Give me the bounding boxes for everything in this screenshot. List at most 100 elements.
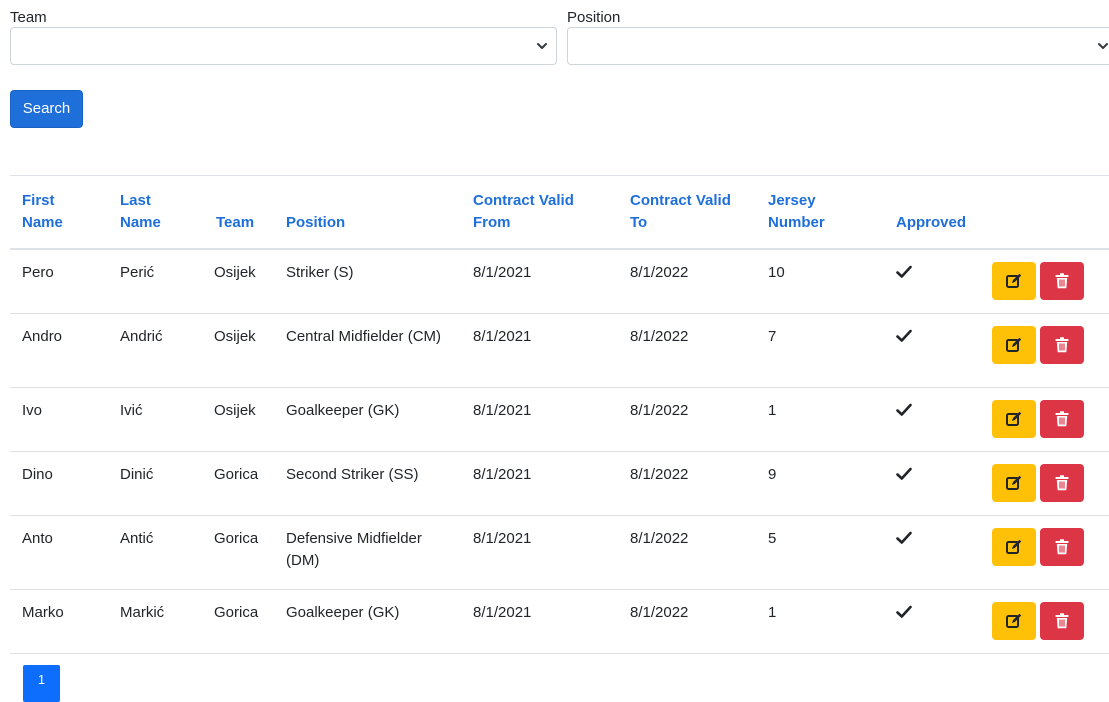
search-button[interactable]: Search xyxy=(10,90,83,128)
edit-button[interactable] xyxy=(992,399,1036,438)
cell-actions xyxy=(980,589,1109,654)
cell-jersey-number: 10 xyxy=(756,249,884,314)
cell-actions xyxy=(980,387,1109,452)
players-table: First Name Last Name Team Position Contr… xyxy=(10,175,1109,654)
cell-last-name: Antić xyxy=(108,515,204,590)
edit-icon xyxy=(1006,273,1022,288)
cell-actions xyxy=(980,515,1109,590)
cell-first-name: Marko xyxy=(10,589,108,654)
edit-icon xyxy=(1006,613,1022,628)
cell-actions xyxy=(980,313,1109,388)
cell-contract-from: 8/1/2021 xyxy=(461,451,618,516)
edit-icon xyxy=(1006,475,1022,490)
chevron-down-icon xyxy=(1098,43,1108,49)
filter-bar: Team Position xyxy=(0,0,1109,80)
header-contract-to[interactable]: Contract Valid To xyxy=(618,175,756,250)
cell-contract-to: 8/1/2022 xyxy=(618,313,756,388)
edit-icon xyxy=(1006,337,1022,352)
cell-contract-to: 8/1/2022 xyxy=(618,451,756,516)
edit-button[interactable] xyxy=(992,527,1036,566)
check-icon xyxy=(896,467,912,480)
trash-icon xyxy=(1055,336,1069,352)
header-position[interactable]: Position xyxy=(274,175,461,250)
edit-button[interactable] xyxy=(992,463,1036,502)
cell-team: Osijek xyxy=(204,313,274,388)
cell-position: Striker (S) xyxy=(274,249,461,314)
cell-position: Second Striker (SS) xyxy=(274,451,461,516)
team-filter: Team xyxy=(10,9,47,29)
edit-button[interactable] xyxy=(992,325,1036,364)
position-select[interactable] xyxy=(567,27,1109,65)
cell-contract-from: 8/1/2021 xyxy=(461,589,618,654)
table-row: Andro Andrić Osijek Central Midfielder (CM)… xyxy=(10,313,1109,388)
cell-jersey-number: 9 xyxy=(756,451,884,516)
header-contract-from[interactable]: Contract Valid From xyxy=(461,175,618,250)
cell-approved xyxy=(884,387,980,452)
cell-approved xyxy=(884,589,980,654)
table-row: Ivo Ivić Osijek Goalkeeper (GK) 8/1/2021 8/1/… xyxy=(10,387,1109,452)
header-jersey-number[interactable]: Jersey Number xyxy=(756,175,884,250)
pagination-page-button[interactable]: 1 xyxy=(23,665,60,702)
check-icon xyxy=(896,531,912,544)
delete-button[interactable] xyxy=(1040,463,1084,502)
cell-last-name: Markić xyxy=(108,589,204,654)
cell-jersey-number: 1 xyxy=(756,589,884,654)
cell-first-name: Ivo xyxy=(10,387,108,452)
cell-first-name: Dino xyxy=(10,451,108,516)
trash-icon xyxy=(1055,273,1069,289)
cell-contract-to: 8/1/2022 xyxy=(618,387,756,452)
team-select[interactable] xyxy=(10,27,557,65)
cell-contract-to: 8/1/2022 xyxy=(618,249,756,314)
cell-team: Osijek xyxy=(204,387,274,452)
cell-contract-from: 8/1/2021 xyxy=(461,387,618,452)
edit-icon xyxy=(1006,411,1022,426)
delete-button[interactable] xyxy=(1040,527,1084,566)
cell-last-name: Perić xyxy=(108,249,204,314)
cell-last-name: Ivić xyxy=(108,387,204,452)
header-first-name[interactable]: First Name xyxy=(10,175,108,250)
check-icon xyxy=(896,265,912,278)
table-row: Anto Antić Gorica Defensive Midfielder (DM)… xyxy=(10,515,1109,590)
trash-icon xyxy=(1055,474,1069,490)
cell-contract-to: 8/1/2022 xyxy=(618,589,756,654)
cell-contract-from: 8/1/2021 xyxy=(461,515,618,590)
cell-actions xyxy=(980,451,1109,516)
check-icon xyxy=(896,329,912,342)
cell-jersey-number: 7 xyxy=(756,313,884,388)
cell-approved xyxy=(884,249,980,314)
check-icon xyxy=(896,403,912,416)
cell-position: Defensive Midfielder (DM) xyxy=(274,515,461,590)
edit-button[interactable] xyxy=(992,601,1036,640)
delete-button[interactable] xyxy=(1040,262,1084,300)
header-last-name[interactable]: Last Name xyxy=(108,175,204,250)
cell-team: Gorica xyxy=(204,451,274,516)
cell-approved xyxy=(884,451,980,516)
delete-button[interactable] xyxy=(1040,325,1084,364)
cell-position: Central Midfielder (CM) xyxy=(274,313,461,388)
header-actions xyxy=(980,175,1109,250)
table-body: Pero Perić Osijek Striker (S) 8/1/2021 8/1/20… xyxy=(10,249,1109,654)
cell-position: Goalkeeper (GK) xyxy=(274,387,461,452)
header-team[interactable]: Team xyxy=(204,175,274,250)
cell-last-name: Andrić xyxy=(108,313,204,388)
position-filter-label: Position xyxy=(567,9,621,26)
edit-button[interactable] xyxy=(992,262,1036,300)
cell-approved xyxy=(884,313,980,388)
cell-team: Gorica xyxy=(204,589,274,654)
delete-button[interactable] xyxy=(1040,601,1084,640)
cell-jersey-number: 1 xyxy=(756,387,884,452)
players-table-container: First Name Last Name Team Position Contr… xyxy=(10,175,1109,654)
delete-button[interactable] xyxy=(1040,399,1084,438)
table-row: Dino Dinić Gorica Second Striker (SS) 8/1/20… xyxy=(10,451,1109,516)
table-row: Pero Perić Osijek Striker (S) 8/1/2021 8/1/20… xyxy=(10,249,1109,314)
table-row: Marko Markić Gorica Goalkeeper (GK) 8/1/2021… xyxy=(10,589,1109,654)
chevron-down-icon xyxy=(537,43,547,49)
cell-first-name: Anto xyxy=(10,515,108,590)
table-header: First Name Last Name Team Position Contr… xyxy=(10,175,1109,250)
cell-actions xyxy=(980,249,1109,314)
edit-icon xyxy=(1006,539,1022,554)
cell-first-name: Pero xyxy=(10,249,108,314)
trash-icon xyxy=(1055,410,1069,426)
check-icon xyxy=(896,605,912,618)
header-approved[interactable]: Approved xyxy=(884,175,980,250)
